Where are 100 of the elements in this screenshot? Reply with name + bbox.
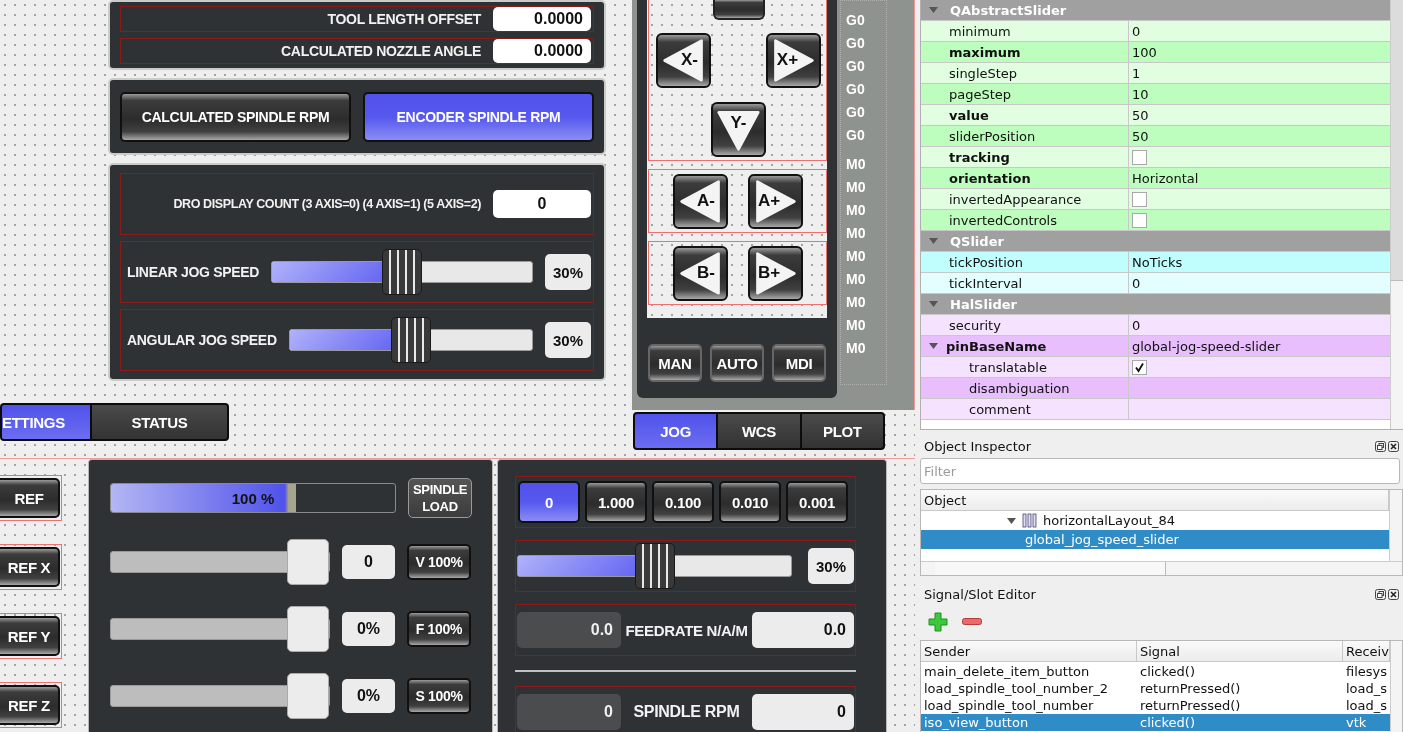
jog-button[interactable] <box>712 0 765 20</box>
property-row[interactable]: translatable <box>921 357 1390 378</box>
jog-button[interactable]: A+ <box>747 173 803 229</box>
slider-handle[interactable] <box>382 249 423 295</box>
property-value[interactable]: 0 <box>1132 275 1141 291</box>
override-button[interactable]: F 100% <box>407 611 471 647</box>
tab[interactable]: PLOT <box>801 414 883 448</box>
column-header[interactable]: Object <box>921 490 1389 511</box>
add-icon[interactable] <box>928 612 948 632</box>
tab[interactable]: STATUS <box>92 405 227 439</box>
float-icon[interactable] <box>1375 588 1386 600</box>
property-value[interactable]: global-jog-speed-slider <box>1132 338 1281 354</box>
float-icon[interactable] <box>1375 440 1386 452</box>
value-field[interactable]: 0 <box>752 694 854 730</box>
increment-button[interactable]: 0.100 <box>652 481 714 523</box>
value-field[interactable]: 0% <box>342 679 395 713</box>
slider-handle[interactable] <box>390 317 431 363</box>
override-button[interactable]: S 100% <box>407 678 471 714</box>
property-value[interactable]: 100 <box>1132 44 1157 60</box>
value-field[interactable]: 0 <box>493 190 591 218</box>
connection-row[interactable]: main_delete_item_button clicked() filesys <box>921 663 1390 680</box>
ref-button[interactable]: REF X <box>0 547 60 587</box>
checkbox[interactable] <box>1132 359 1147 375</box>
override-button[interactable]: V 100% <box>407 544 471 580</box>
slider-handle[interactable] <box>287 539 329 585</box>
connection-row[interactable]: load_spindle_tool_number_2 returnPressed() load_s <box>921 680 1390 697</box>
m-code: M0 <box>846 178 867 197</box>
property-row[interactable]: security 0 <box>921 315 1390 336</box>
scrollbar[interactable] <box>1389 490 1402 561</box>
property-value[interactable]: 50 <box>1132 128 1149 144</box>
close-icon[interactable] <box>1388 440 1399 452</box>
ref-button[interactable]: REF <box>0 478 60 518</box>
property-row[interactable]: orientation Horizontal <box>921 168 1390 189</box>
increment-button[interactable]: 0.010 <box>719 481 781 523</box>
property-value[interactable]: 1 <box>1132 65 1141 81</box>
tab[interactable]: ETTINGS <box>2 405 90 439</box>
property-row[interactable]: tickInterval 0 <box>921 273 1390 294</box>
property-row[interactable]: disambiguation <box>921 378 1390 399</box>
jog-button[interactable]: B+ <box>747 245 803 301</box>
filter-field[interactable]: Filter <box>920 458 1400 484</box>
mode-button[interactable]: AUTO <box>710 344 764 382</box>
slider-handle[interactable] <box>634 543 675 589</box>
ref-button[interactable]: REF Z <box>0 685 60 725</box>
rpm-mode-button[interactable]: CALCULATED SPINDLE RPM <box>120 91 351 142</box>
column-header[interactable]: Sender <box>921 641 1137 662</box>
scrollbar[interactable] <box>1389 641 1402 732</box>
tab[interactable]: WCS <box>718 414 800 448</box>
property-row[interactable]: comment <box>921 399 1390 420</box>
property-row[interactable]: pinBaseName global-jog-speed-slider <box>921 336 1390 357</box>
slider-handle[interactable] <box>287 673 329 719</box>
increment-button[interactable]: 0.001 <box>786 481 848 523</box>
property-row[interactable]: invertedAppearance <box>921 189 1390 210</box>
connection-row[interactable]: iso_view_button clicked() vtk <box>921 714 1390 731</box>
mode-button[interactable]: MDI <box>772 344 826 382</box>
property-row[interactable]: tracking <box>921 147 1390 168</box>
property-row[interactable]: singleStep 1 <box>921 63 1390 84</box>
connection-row[interactable]: load_spindle_tool_number returnPressed() load_s <box>921 697 1390 714</box>
property-value[interactable]: 0 <box>1132 317 1141 333</box>
checkbox[interactable] <box>1132 191 1147 207</box>
increment-button[interactable]: 1.000 <box>585 481 647 523</box>
property-row[interactable]: maximum 100 <box>921 42 1390 63</box>
column-header[interactable]: Signal <box>1137 641 1343 662</box>
value-field[interactable]: 0.0 <box>752 612 854 648</box>
jog-button[interactable]: X+ <box>766 32 821 88</box>
caret-icon[interactable] <box>929 343 938 349</box>
slider-handle[interactable] <box>287 606 329 652</box>
jog-button[interactable]: A- <box>672 173 728 229</box>
increment-button[interactable]: 0 <box>518 481 580 523</box>
checkbox[interactable] <box>1132 212 1147 228</box>
value-field[interactable]: 0 <box>342 545 395 579</box>
property-value[interactable]: 50 <box>1132 107 1149 123</box>
checkbox[interactable] <box>1132 149 1147 165</box>
property-value[interactable]: 0 <box>1132 23 1141 39</box>
scrollbar[interactable] <box>1390 0 1403 429</box>
property-value[interactable]: NoTicks <box>1132 254 1183 270</box>
value-field[interactable]: 0% <box>342 612 395 646</box>
jog-button[interactable]: Y- <box>711 101 766 157</box>
property-row[interactable]: minimum 0 <box>921 21 1390 42</box>
jog-button[interactable]: X- <box>656 32 711 88</box>
jog-button[interactable]: B- <box>672 245 728 301</box>
rpm-mode-button[interactable]: ENCODER SPINDLE RPM <box>363 91 594 142</box>
mode-button[interactable]: MAN <box>648 344 702 382</box>
caret-icon[interactable] <box>1007 517 1016 524</box>
load-reading: 100 % <box>231 489 275 507</box>
remove-icon[interactable] <box>962 618 982 626</box>
tab[interactable]: JOG <box>635 414 717 448</box>
property-row[interactable]: sliderPosition 50 <box>921 126 1390 147</box>
ref-button[interactable]: REF Y <box>0 616 60 656</box>
property-value[interactable]: 10 <box>1132 86 1149 102</box>
scrollbar[interactable] <box>921 561 1402 575</box>
property-value[interactable]: Horizontal <box>1132 170 1199 186</box>
property-row[interactable]: invertedControls <box>921 210 1390 231</box>
close-icon[interactable] <box>1388 588 1399 600</box>
spindle-load-button[interactable]: SPINDLE LOAD <box>408 478 472 518</box>
property-row[interactable]: value 50 <box>921 105 1390 126</box>
tree-item[interactable]: horizontalLayout_84 <box>921 511 1389 530</box>
column-header[interactable]: Receiv <box>1343 641 1390 662</box>
property-row[interactable]: pageStep 10 <box>921 84 1390 105</box>
property-row[interactable]: tickPosition NoTicks <box>921 252 1390 273</box>
tree-item[interactable]: global_jog_speed_slider <box>921 530 1389 549</box>
